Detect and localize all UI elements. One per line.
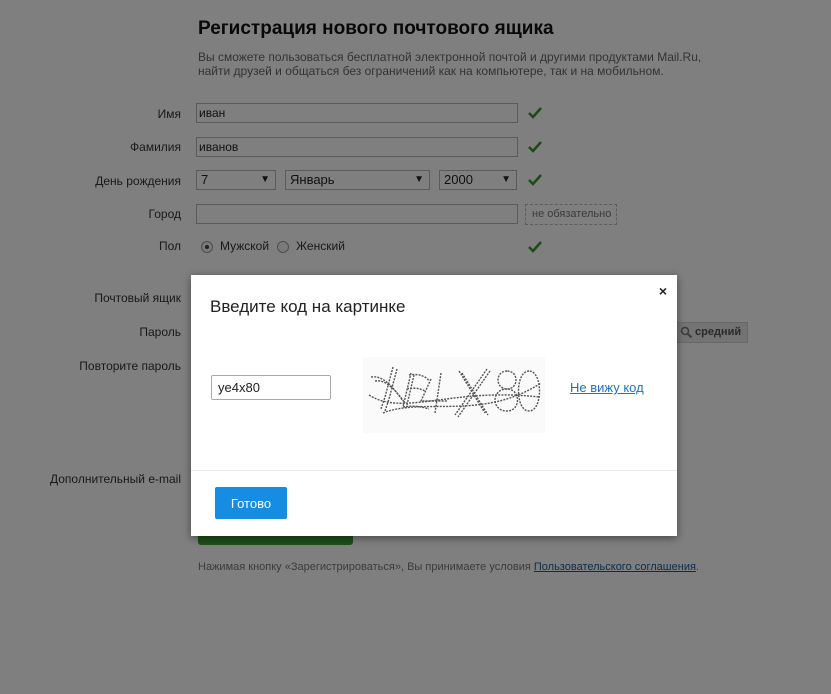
captcha-modal: Введите код на картинке × ye4x80 Не вижу…	[191, 275, 677, 536]
captcha-image	[363, 357, 545, 433]
captcha-graphic	[368, 366, 542, 418]
modal-title: Введите код на картинке	[210, 297, 406, 316]
captcha-code-input[interactable]: ye4x80	[211, 375, 331, 400]
close-icon[interactable]: ×	[659, 283, 667, 299]
modal-divider	[191, 470, 677, 471]
cant-see-code-link[interactable]: Не вижу код	[570, 380, 644, 395]
done-button[interactable]: Готово	[215, 487, 287, 519]
